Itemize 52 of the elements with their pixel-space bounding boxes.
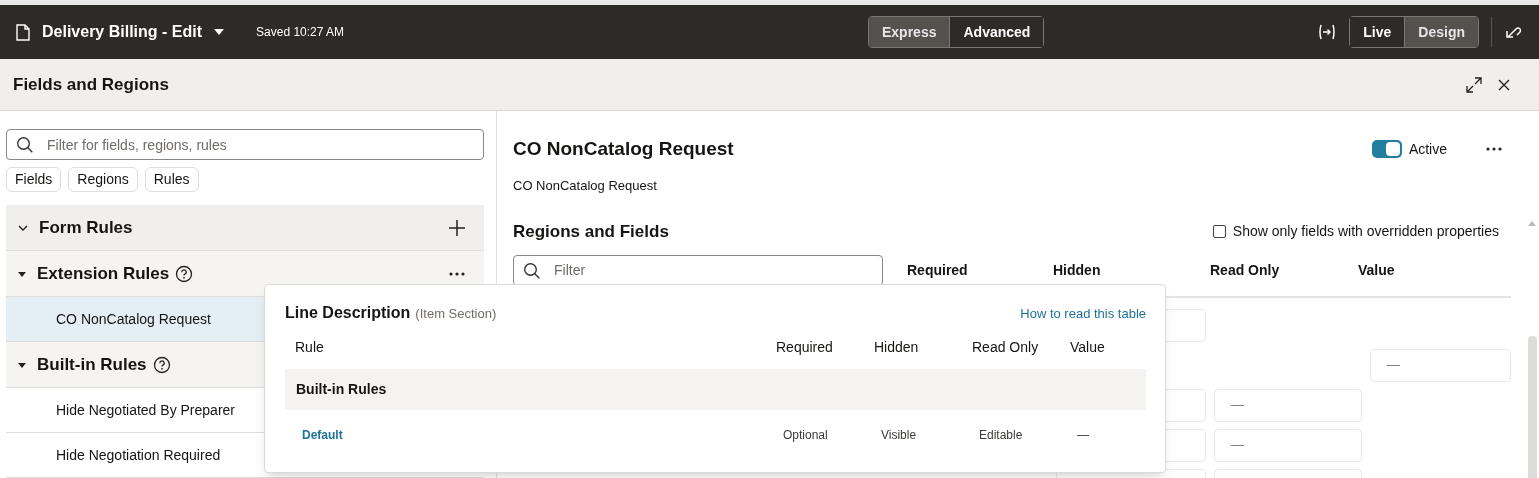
search-icon [523,261,541,280]
search-field[interactable]: Filter for fields, regions, rules [6,129,484,160]
help-icon[interactable] [175,264,194,283]
mode-tab[interactable]: Advanced [949,17,1044,47]
value-box: — [1214,388,1362,422]
help-link[interactable]: How to read this table [1020,304,1146,324]
value-box: — [1370,348,1511,382]
mode-tab[interactable]: Express [869,17,950,47]
help-icon[interactable] [152,355,171,374]
add-icon[interactable] [448,218,466,237]
table-cell-text: Visible [881,427,918,444]
saved-status: Saved 10:27 AM [256,24,345,41]
table-cell-text: Editable [979,427,1024,444]
column-header: Hidden [1053,260,1102,280]
search-icon [16,136,34,154]
panel-title: Fields and Regions [13,73,169,96]
column-header: Required [776,338,834,357]
document-icon [16,23,30,41]
filter-chip[interactable]: Fields [6,167,62,192]
checkbox-label: Show only fields with overridden properties [1232,222,1499,242]
column-header: Required [907,260,969,280]
caret-icon[interactable] [214,29,225,35]
column-header: Value [1358,260,1396,280]
rule-title: CO NonCatalog Request [513,137,734,161]
section-label: Form Rules [39,216,133,239]
page-title: Delivery Billing - Edit [42,22,203,42]
filter-chip[interactable]: Regions [68,167,138,192]
tree-section[interactable]: Form Rules [6,205,484,251]
column-header: Read Only [972,338,1040,357]
column-header: Value [1070,338,1106,357]
table-cell-text: Optional [783,427,829,444]
popup-title: Line Description [285,303,411,323]
section-label: Built-in Rules [37,353,147,376]
section-title: Regions and Fields [513,221,669,243]
section-label: Extension Rules [37,262,170,285]
active-toggle[interactable] [1371,140,1402,159]
more-icon[interactable] [1485,146,1503,153]
column-header: Read Only [1210,260,1281,280]
value-box: — [1214,428,1362,462]
undo-icon[interactable] [1505,25,1521,39]
view-tab[interactable]: Design [1404,17,1478,47]
close-icon[interactable] [1498,78,1510,91]
toggle-label: Active [1408,139,1447,159]
table-cell-text: — [1077,427,1090,444]
column-header: Hidden [874,338,920,357]
more-icon[interactable] [448,270,466,277]
expand-icon[interactable] [1466,76,1482,93]
rule-description: CO NonCatalog Request [513,176,658,195]
filter-chip[interactable]: Rules [144,167,199,192]
scrollbar-thumb[interactable] [1527,336,1537,478]
expression-icon[interactable] [1318,24,1337,40]
override-checkbox[interactable] [1212,225,1226,239]
